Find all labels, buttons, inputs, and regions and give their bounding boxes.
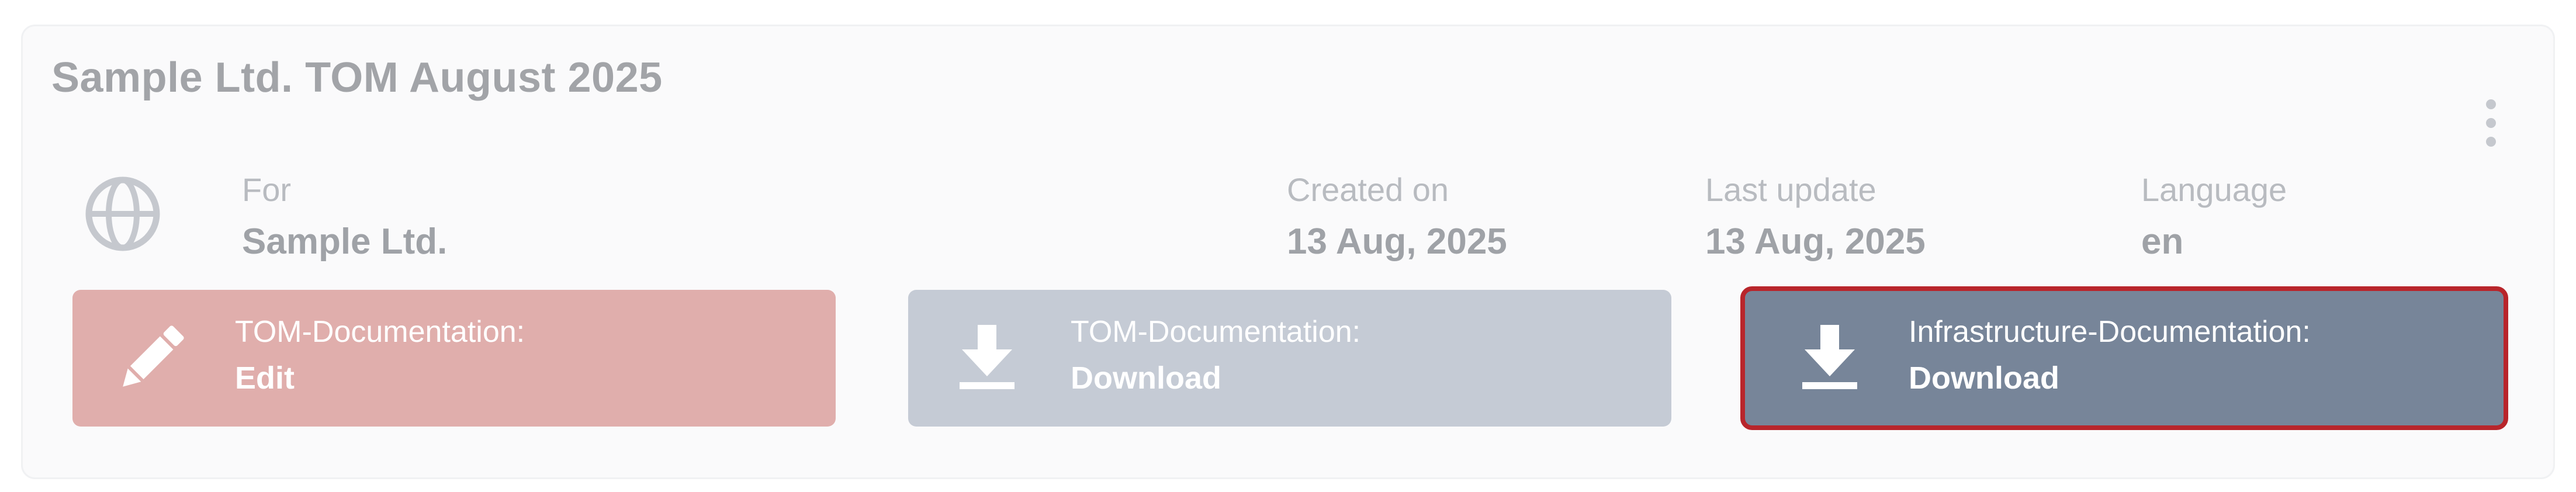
- action-label: TOM-Documentation:: [1071, 315, 1361, 349]
- download-icon: [960, 325, 1015, 389]
- last-update-label: Last update: [1705, 171, 1876, 208]
- action-name: Download: [1071, 361, 1221, 396]
- language-value: en: [2141, 221, 2184, 262]
- pencil-icon: [123, 325, 184, 387]
- globe-icon: [85, 176, 160, 251]
- last-update-value: 13 Aug, 2025: [1705, 221, 1926, 262]
- infrastructure-documentation-download-button[interactable]: Infrastructure-Documentation: Download: [1740, 286, 2508, 430]
- created-on-value: 13 Aug, 2025: [1287, 221, 1507, 262]
- created-on-label: Created on: [1287, 171, 1449, 208]
- tom-documentation-edit-button[interactable]: TOM-Documentation: Edit: [72, 290, 836, 427]
- action-name: Download: [1909, 361, 2059, 396]
- for-value: Sample Ltd.: [242, 221, 448, 262]
- action-label: TOM-Documentation:: [235, 315, 525, 349]
- card-title: Sample Ltd. TOM August 2025: [51, 54, 663, 101]
- action-name: Edit: [235, 361, 295, 396]
- action-label: Infrastructure-Documentation:: [1909, 315, 2311, 349]
- tom-documentation-download-button[interactable]: TOM-Documentation: Download: [908, 290, 1671, 427]
- for-label: For: [242, 171, 291, 208]
- download-icon: [1802, 325, 1857, 389]
- more-options-icon[interactable]: [2482, 93, 2499, 152]
- language-label: Language: [2141, 171, 2287, 208]
